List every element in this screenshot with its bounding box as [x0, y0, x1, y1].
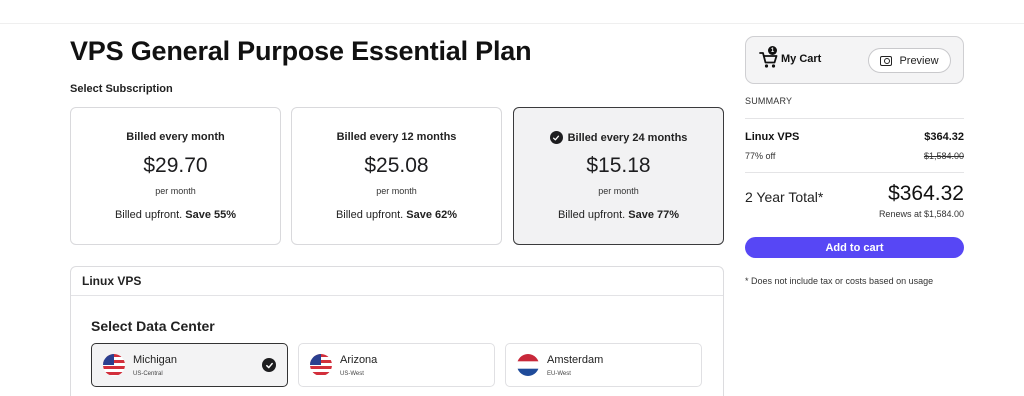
renewal-price: Renews at $1,584.00	[878, 209, 964, 219]
plan-billed-prefix: Billed upfront.	[335, 209, 404, 221]
us-flag-icon	[310, 354, 332, 376]
cart-header: 1 My Cart Preview	[745, 36, 964, 84]
data-center-michigan[interactable]: Michigan US-Central	[91, 343, 288, 387]
us-flag-icon	[103, 354, 125, 376]
linux-vps-title: Linux VPS	[71, 267, 723, 296]
plan-per-month: per month	[376, 186, 417, 196]
plan-price: $15.18	[586, 154, 651, 177]
linux-vps-card: Linux VPS Select Data Center Michigan US…	[70, 266, 724, 396]
data-center-name: Michigan	[133, 354, 178, 366]
summary-label: SUMMARY	[745, 96, 793, 106]
plan-period: Billed every 24 months	[514, 131, 723, 144]
total-label: 2 Year Total*	[745, 189, 824, 205]
plan-card-monthly[interactable]: Billed every month $29.70 per month Bill…	[70, 107, 281, 245]
plan-price: $29.70	[143, 154, 208, 177]
header-divider	[0, 23, 1024, 24]
plan-savings: Save 55%	[185, 209, 237, 221]
plan-period-label: Billed every 24 months	[567, 131, 688, 144]
discount-label: 77% off	[745, 151, 776, 161]
plan-period-label: Billed every 12 months	[336, 131, 457, 143]
tax-disclaimer: * Does not include tax or costs based on…	[745, 276, 934, 286]
plan-billed-note: Billed upfront. Save 62%	[292, 209, 501, 221]
summary-divider	[745, 118, 964, 119]
data-center-region: US-West	[340, 371, 364, 377]
summary-item-row: Linux VPS $364.32	[745, 131, 964, 143]
plan-per-month: per month	[155, 186, 196, 196]
add-to-cart-button[interactable]: Add to cart	[745, 237, 964, 258]
plan-price: $25.08	[364, 154, 429, 177]
preview-icon	[880, 55, 893, 66]
check-circle-icon	[262, 358, 276, 372]
data-center-arizona[interactable]: Arizona US-West	[298, 343, 495, 387]
data-center-amsterdam[interactable]: Amsterdam EU-West	[505, 343, 702, 387]
plan-billed-prefix: Billed upfront.	[114, 209, 183, 221]
data-center-region: US-Central	[133, 371, 163, 377]
preview-label: Preview	[899, 54, 939, 67]
cart-title: My Cart	[781, 53, 822, 65]
preview-button[interactable]: Preview	[868, 48, 951, 73]
plan-billed-note: Billed upfront. Save 77%	[514, 209, 723, 221]
plan-card-24-months[interactable]: Billed every 24 months $15.18 per month …	[513, 107, 724, 245]
nl-flag-icon	[517, 354, 539, 376]
subscription-label: Select Subscription	[70, 83, 173, 95]
plan-billed-note: Billed upfront. Save 55%	[71, 209, 280, 221]
plan-savings: Save 62%	[406, 209, 458, 221]
plan-per-month: per month	[598, 186, 639, 196]
summary-divider	[745, 172, 964, 173]
plan-period: Billed every 12 months	[292, 131, 501, 143]
data-center-name: Amsterdam	[547, 354, 604, 366]
summary-discount-row: 77% off $1,584.00	[745, 151, 964, 161]
data-center-region: EU-West	[547, 371, 571, 377]
check-circle-icon	[549, 131, 563, 144]
plan-card-12-months[interactable]: Billed every 12 months $25.08 per month …	[291, 107, 502, 245]
data-center-name: Arizona	[340, 354, 378, 366]
plan-period-label: Billed every month	[126, 131, 225, 143]
plan-billed-prefix: Billed upfront.	[557, 209, 626, 221]
cart-count-badge: 1	[768, 46, 777, 55]
total-price: $364.32	[888, 182, 964, 205]
plan-period: Billed every month	[71, 131, 280, 143]
original-price: $1,584.00	[923, 151, 964, 161]
summary-item-name: Linux VPS	[745, 131, 800, 143]
page-title: VPS General Purpose Essential Plan	[70, 36, 532, 66]
data-center-title: Select Data Center	[91, 318, 215, 334]
plan-savings: Save 77%	[628, 209, 680, 221]
summary-item-price: $364.32	[924, 131, 964, 143]
